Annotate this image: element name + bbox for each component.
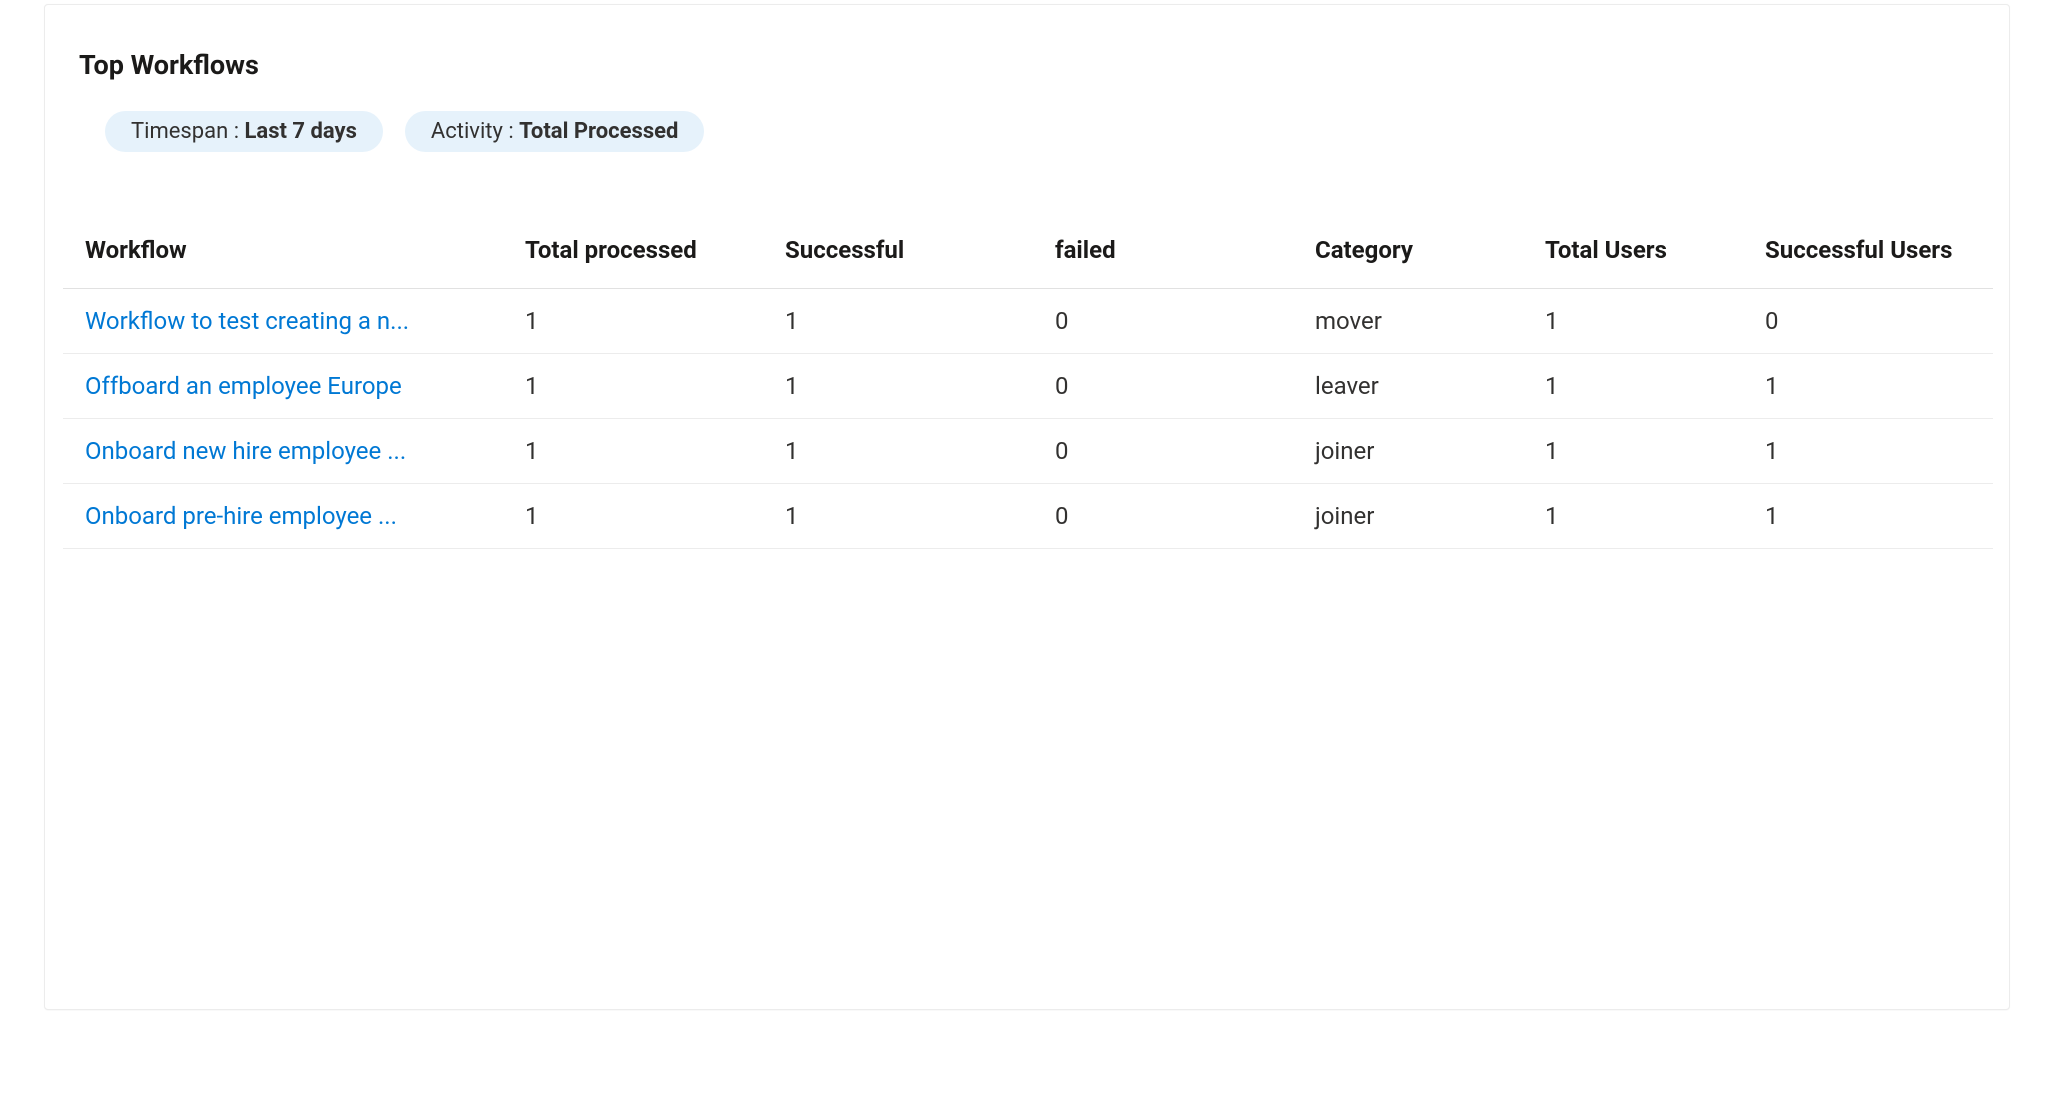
activity-chip[interactable]: Activity : Total Processed — [405, 111, 705, 152]
workflow-link[interactable]: Offboard an employee Europe — [85, 372, 402, 400]
cell-failed: 0 — [1043, 419, 1303, 484]
cell-total-users: 1 — [1533, 354, 1753, 419]
col-successful[interactable]: Successful — [773, 212, 1043, 289]
cell-successful-users: 1 — [1753, 419, 1993, 484]
activity-chip-label: Activity : — [431, 119, 519, 144]
table-row: Onboard pre-hire employee ... 1 1 0 join… — [63, 484, 1993, 549]
timespan-chip-label: Timespan : — [131, 119, 245, 144]
col-failed[interactable]: failed — [1043, 212, 1303, 289]
workflow-link[interactable]: Onboard new hire employee ... — [85, 437, 406, 465]
col-workflow[interactable]: Workflow — [63, 212, 513, 289]
top-workflows-card: Top Workflows Timespan : Last 7 days Act… — [44, 4, 2010, 1010]
card-title: Top Workflows — [45, 5, 2009, 111]
cell-total-users: 1 — [1533, 484, 1753, 549]
col-total-users[interactable]: Total Users — [1533, 212, 1753, 289]
cell-successful: 1 — [773, 289, 1043, 354]
cell-total-users: 1 — [1533, 419, 1753, 484]
workflows-table: Workflow Total processed Successful fail… — [63, 212, 1993, 549]
col-total-processed[interactable]: Total processed — [513, 212, 773, 289]
cell-category: joiner — [1303, 419, 1533, 484]
workflow-link[interactable]: Workflow to test creating a n... — [85, 307, 409, 335]
cell-successful-users: 0 — [1753, 289, 1993, 354]
filter-chips: Timespan : Last 7 days Activity : Total … — [45, 111, 2009, 212]
cell-successful: 1 — [773, 354, 1043, 419]
cell-successful-users: 1 — [1753, 484, 1993, 549]
col-category[interactable]: Category — [1303, 212, 1533, 289]
cell-successful: 1 — [773, 484, 1043, 549]
cell-total-processed: 1 — [513, 354, 773, 419]
cell-category: joiner — [1303, 484, 1533, 549]
cell-successful: 1 — [773, 419, 1043, 484]
workflow-link[interactable]: Onboard pre-hire employee ... — [85, 502, 397, 530]
table-row: Workflow to test creating a n... 1 1 0 m… — [63, 289, 1993, 354]
cell-total-processed: 1 — [513, 289, 773, 354]
cell-total-processed: 1 — [513, 484, 773, 549]
table-header-row: Workflow Total processed Successful fail… — [63, 212, 1993, 289]
cell-total-users: 1 — [1533, 289, 1753, 354]
cell-successful-users: 1 — [1753, 354, 1993, 419]
table-row: Onboard new hire employee ... 1 1 0 join… — [63, 419, 1993, 484]
cell-category: leaver — [1303, 354, 1533, 419]
table-row: Offboard an employee Europe 1 1 0 leaver… — [63, 354, 1993, 419]
col-successful-users[interactable]: Successful Users — [1753, 212, 1993, 289]
cell-total-processed: 1 — [513, 419, 773, 484]
cell-failed: 0 — [1043, 354, 1303, 419]
cell-category: mover — [1303, 289, 1533, 354]
timespan-chip[interactable]: Timespan : Last 7 days — [105, 111, 383, 152]
cell-failed: 0 — [1043, 484, 1303, 549]
activity-chip-value: Total Processed — [519, 119, 678, 144]
timespan-chip-value: Last 7 days — [245, 119, 357, 144]
cell-failed: 0 — [1043, 289, 1303, 354]
